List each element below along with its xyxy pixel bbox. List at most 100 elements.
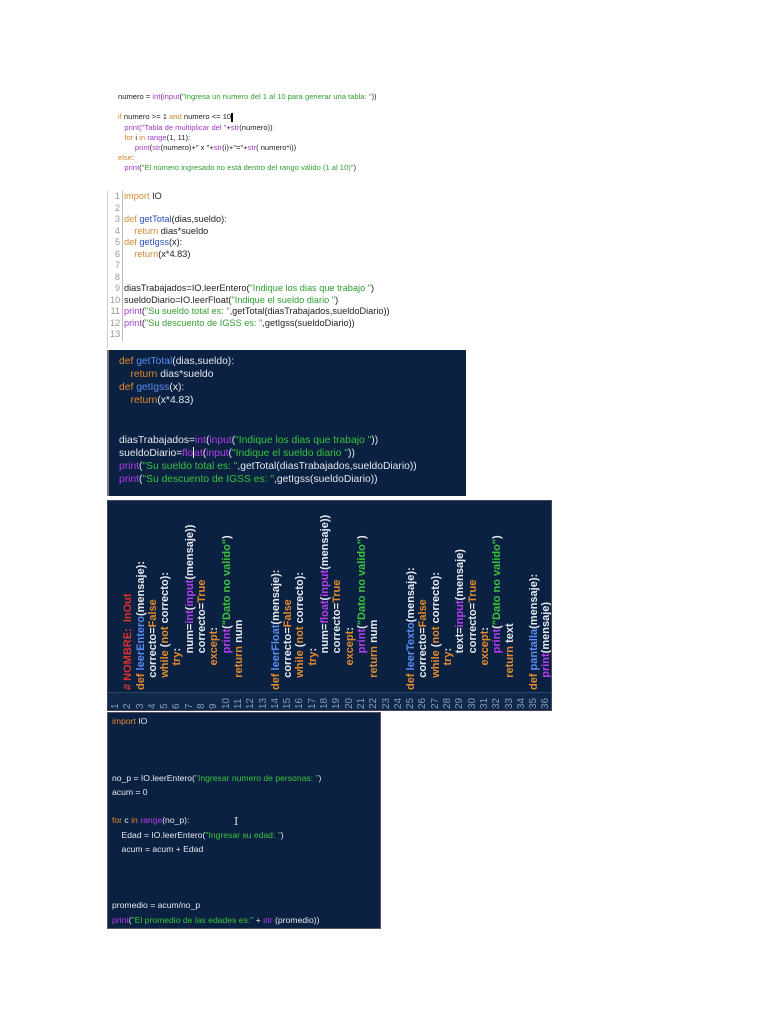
line-number: 4 xyxy=(146,703,158,709)
code-token: flo xyxy=(182,447,194,459)
line-number: 19 xyxy=(331,697,343,709)
code-screenshot-sueldo-input: def getTotal(dias,sueldo): return dias*s… xyxy=(107,350,466,496)
code-line: 9 except: xyxy=(208,501,221,710)
code-token: except xyxy=(208,630,221,666)
code-token: "Dato no valido" xyxy=(491,538,504,626)
code-line: ​ xyxy=(119,420,466,433)
code-token: ( xyxy=(491,625,504,629)
code-token: and xyxy=(169,112,182,122)
line-number: 32 xyxy=(491,697,503,709)
code-token: diasTrabajados=IO.leerEntero( xyxy=(124,283,250,293)
code-token: ( xyxy=(183,606,196,611)
code-token: print xyxy=(124,306,142,316)
code-token: print xyxy=(355,628,368,654)
code-line: 2​ xyxy=(108,202,433,214)
code-token: numero = xyxy=(118,92,153,101)
code-token: leerTexto xyxy=(405,622,418,671)
code-token: (x*4.83) xyxy=(157,395,194,407)
line-number: 2 xyxy=(110,202,123,214)
code-token: return xyxy=(368,645,381,678)
code-token: str xyxy=(247,142,257,152)
code-token: leerEntero xyxy=(134,616,147,671)
code-token: return xyxy=(134,225,159,236)
code-token: (mensaje) xyxy=(540,601,552,654)
code-line: if numero >= 1 and numero <= 10​ xyxy=(118,112,427,122)
code-line: for c in range(no_p): xyxy=(112,813,380,827)
code-screenshot-inout-module-rotated: 1​2# NOMBRE: InOut3def leerEntero(mensaj… xyxy=(107,500,552,711)
line-number: 11 xyxy=(110,306,123,318)
code-token: print xyxy=(220,628,233,654)
code-token: ) xyxy=(353,163,357,173)
code-line: print("Su sueldo total es: ",getTotal(di… xyxy=(119,460,466,473)
code-line: 5 while (not correcto): xyxy=(159,501,172,710)
code-token: float xyxy=(319,600,332,624)
line-number: 1 xyxy=(110,703,121,709)
line-number: 22 xyxy=(368,697,380,709)
code-token: ( xyxy=(319,596,332,601)
code-screenshot-tabla-multiplicar: numero = int(input("Ingresa un numero de… xyxy=(107,86,427,186)
code-line: 12​ xyxy=(245,501,257,710)
code-token: int xyxy=(183,610,196,624)
code-token: "Indique el sueldo diario " xyxy=(231,294,336,305)
code-token: sueldoDiario= xyxy=(119,447,183,459)
code-line: 4 correcto=False xyxy=(146,501,159,710)
code-token: False xyxy=(146,599,159,628)
code-line: return dias*sueldo xyxy=(119,368,466,381)
code-token: correcto= xyxy=(417,627,430,690)
code-token: "Indique el sueldo diario " xyxy=(231,447,349,459)
line-number: 17 xyxy=(306,697,318,709)
code-token: num xyxy=(232,619,245,646)
code-token: def xyxy=(134,673,147,691)
code-token: : xyxy=(171,647,184,652)
code-token: ,getTotal(diasTrabajados,sueldoDiario)) xyxy=(237,460,417,472)
code-token: import xyxy=(124,191,150,201)
code-token: (mensaje): xyxy=(134,560,147,617)
code-token: (mensaje): xyxy=(528,573,541,629)
code-token: True xyxy=(196,579,209,603)
code-token: print xyxy=(119,473,140,485)
code-token: getTotal xyxy=(139,214,172,224)
line-number: 34 xyxy=(515,697,527,709)
line-number: 13 xyxy=(257,697,269,709)
code-token: str xyxy=(152,142,161,152)
code-line: 4 return dias*sueldo xyxy=(108,225,433,237)
code-token: "Su descuento de IGSS es: " xyxy=(142,473,274,485)
code-line: acum = 0 xyxy=(112,785,380,799)
code-line: 18 num=float(input(mensaje)) xyxy=(319,501,332,710)
code-line: diasTrabajados=int(input("Indique los di… xyxy=(119,434,466,447)
code-line: ​ xyxy=(112,799,380,813)
code-token: ("Tabla de multiplicar del " xyxy=(139,122,227,132)
code-token: + xyxy=(253,914,264,925)
code-token: : xyxy=(306,647,319,652)
code-token: while xyxy=(159,650,172,678)
line-number: 11 xyxy=(232,698,244,709)
code-token: else xyxy=(118,153,132,163)
code-line: promedio = acum/no_p xyxy=(112,898,380,912)
code-token: (x): xyxy=(168,237,183,247)
code-token: def xyxy=(269,673,282,691)
code-line: print("Tabla de multiplicar del "+str(nu… xyxy=(118,123,427,133)
code-line: sueldoDiario=flo​at(input("Indique el su… xyxy=(119,447,466,460)
code-token: "Indique los dias que trabajo " xyxy=(235,434,372,446)
code-token: "Ingresar su edad: " xyxy=(205,829,281,840)
code-token: promedio = acum/no_p xyxy=(112,900,201,911)
code-token: no_p = IO.leerEntero( xyxy=(112,772,195,783)
code-token: num= xyxy=(319,623,332,690)
code-token: : xyxy=(208,627,221,631)
code-line: 15 correcto=False xyxy=(282,501,294,710)
code-line: ​ xyxy=(112,728,380,742)
code-token: at xyxy=(194,447,203,459)
code-token: ( xyxy=(159,643,172,651)
code-line: def getIgss(x): xyxy=(119,381,466,394)
text-cursor-ibeam-icon: I xyxy=(234,815,239,828)
